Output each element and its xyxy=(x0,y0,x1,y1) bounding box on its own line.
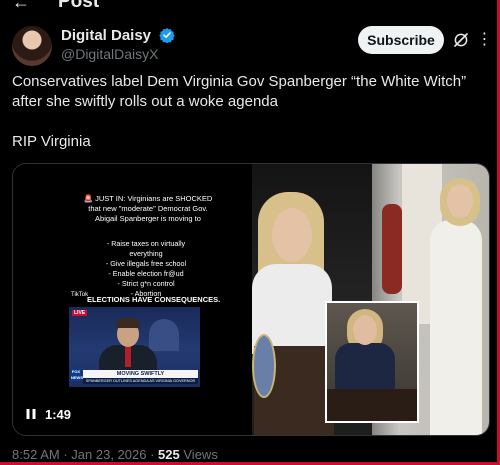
overlay-list-item: - Give illegals free school xyxy=(105,259,187,268)
verified-badge-icon xyxy=(159,28,175,43)
woman-white-coat xyxy=(430,220,482,435)
grok-icon[interactable] xyxy=(452,31,470,49)
inset-coat xyxy=(335,343,395,393)
post-time[interactable]: 8:52 AM xyxy=(12,447,60,462)
user-handle[interactable]: @DigitalDaisyX xyxy=(61,46,158,62)
state-seal xyxy=(252,334,276,398)
tiktok-watermark: TikTok xyxy=(71,292,89,298)
views-label: Views xyxy=(183,447,218,462)
more-options-icon[interactable]: ⋮ xyxy=(475,30,495,50)
signer-face xyxy=(272,208,312,262)
back-arrow-icon[interactable]: ← xyxy=(12,0,30,13)
overlay-headline: 🚨 JUST IN: Virginians are SHOCKED that n… xyxy=(73,194,223,224)
video-right-panel xyxy=(252,164,489,435)
bystander xyxy=(382,204,402,294)
pause-icon[interactable] xyxy=(25,408,37,420)
tv-chyron-sub: SPANBERGER OUTLINES AGENDA AS VIRGINIA G… xyxy=(83,378,198,384)
tv-news-clip: LIVE FOX NEWS MOVING SWIFTLY SPANBERGER … xyxy=(69,307,200,387)
overlay-headline-line: 🚨 JUST IN: Virginians are SHOCKED xyxy=(83,194,213,203)
live-badge: LIVE xyxy=(72,310,88,316)
tv-chyron: MOVING SWIFTLY xyxy=(83,370,198,378)
display-name[interactable]: Digital Daisy xyxy=(61,27,151,44)
inset-desk xyxy=(327,389,417,421)
post-meta: 8:52 AM · Jan 23, 2026 · 525 Views xyxy=(12,447,218,462)
overlay-list-item: - Strict g*n control xyxy=(117,279,175,288)
anchor-hair xyxy=(116,318,140,328)
avatar[interactable] xyxy=(12,26,52,66)
overlay-footer: ELECTIONS HAVE CONSEQUENCES. xyxy=(87,295,221,304)
view-count: 525 xyxy=(158,447,180,462)
overlay-list: - Raise taxes on virtually everything - … xyxy=(91,239,201,299)
anchor-tie xyxy=(125,347,131,367)
overlay-headline-line: Abigail Spanberger is moving to xyxy=(95,214,201,223)
video-duration: 1:49 xyxy=(45,407,72,422)
overlay-list-item: - Enable election fr@ud xyxy=(108,269,184,278)
post-body: Conservatives label Dem Virginia Gov Spa… xyxy=(12,73,467,110)
video-player[interactable]: 🚨 JUST IN: Virginians are SHOCKED that n… xyxy=(12,163,490,436)
post-date[interactable]: Jan 23, 2026 xyxy=(71,447,146,462)
top-bar: ← Post xyxy=(0,0,497,14)
capitol-dome xyxy=(149,319,179,351)
overlay-list-item: - Raise taxes on virtually everything xyxy=(106,239,186,258)
page-title: Post xyxy=(58,0,100,12)
meta-separator: · xyxy=(150,447,159,462)
inset-photo xyxy=(325,301,419,423)
post-text: Conservatives label Dem Virginia Gov Spa… xyxy=(12,72,482,172)
network-logo: FOX NEWS xyxy=(71,369,83,381)
subscribe-button[interactable]: Subscribe xyxy=(358,26,444,54)
post-signoff: RIP Virginia xyxy=(12,133,91,150)
woman-face xyxy=(447,184,473,218)
inset-face xyxy=(353,315,377,345)
overlay-headline-line: that new "moderate" Democrat Gov. xyxy=(88,204,208,213)
video-left-panel: 🚨 JUST IN: Virginians are SHOCKED that n… xyxy=(13,164,252,435)
